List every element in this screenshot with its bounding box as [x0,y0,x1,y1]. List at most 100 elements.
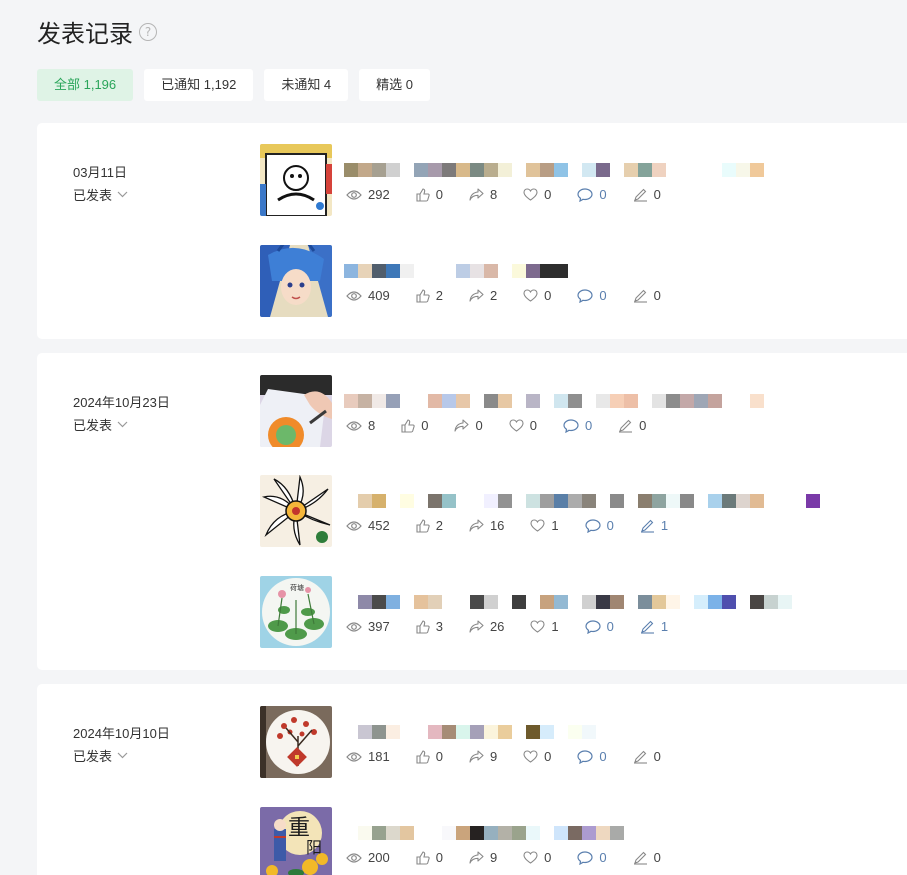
shares-stat: 9 [469,850,497,865]
shares-stat: 2 [469,288,497,303]
tab-not-notified[interactable]: 未通知 4 [264,69,349,101]
date-column: 2024年10月10日 已发表 [73,723,170,765]
chevron-down-icon [117,752,128,759]
comments-stat[interactable]: 0 [577,850,607,865]
notes-stat[interactable]: 1 [640,518,668,533]
comments-count: 0 [584,418,593,433]
heart-icon [523,289,538,302]
likes-count: 0 [435,187,443,202]
comments-count: 0 [606,619,614,634]
tab-all[interactable]: 全部 1,196 [37,69,134,101]
post-thumbnail[interactable] [260,706,332,778]
likes-count: 0 [421,418,429,433]
views-count: 409 [368,288,390,303]
shares-count: 8 [489,187,498,202]
notes-stat[interactable]: 0 [633,288,661,303]
post-item[interactable]: 409 2 2 0 0 0 [260,245,900,317]
comments-count: 0 [606,518,614,533]
eye-icon [346,852,362,863]
views-stat: 452 [346,518,390,533]
post-thumbnail[interactable]: 重阳 [260,807,332,875]
favorites-count: 0 [544,288,552,303]
favorites-count: 1 [551,619,559,634]
favorites-stat: 0 [523,288,551,303]
post-title-blurred [344,826,624,840]
comments-stat[interactable]: 0 [577,749,607,764]
eye-icon [346,290,362,301]
likes-stat: 0 [416,749,443,764]
post-thumbnail[interactable] [260,144,332,216]
post-item[interactable]: 452 2 16 1 0 1 [260,475,900,547]
favorites-stat: 0 [509,418,537,433]
post-title-blurred [344,394,764,408]
views-stat: 292 [346,187,390,202]
comment-bubble-icon [577,850,594,865]
post-stats: 200 0 9 0 0 0 [346,850,687,865]
notes-count: 0 [653,187,661,202]
views-count: 397 [368,619,390,634]
post-title-blurred [344,264,568,278]
comments-stat[interactable]: 0 [563,418,592,433]
post-item[interactable]: 荷塘 397 3 26 1 0 1 [260,576,900,648]
comments-stat[interactable]: 0 [577,187,607,202]
pencil-icon [633,750,647,764]
comment-bubble-icon [585,518,601,533]
share-arrow-icon [454,419,470,432]
comment-bubble-icon [563,418,579,433]
comment-bubble-icon [585,619,601,634]
post-title-blurred [344,595,792,609]
comments-stat[interactable]: 0 [585,518,614,533]
post-thumbnail[interactable] [260,475,332,547]
shares-count: 9 [489,850,498,865]
notes-stat[interactable]: 0 [618,418,646,433]
post-item[interactable]: 重阳 200 0 9 0 0 0 [260,807,900,875]
likes-count: 0 [435,749,443,764]
pencil-icon [633,188,647,202]
tab-featured[interactable]: 精选 0 [359,69,430,101]
post-item[interactable]: 292 0 8 0 0 0 [260,144,900,216]
likes-stat: 0 [401,418,428,433]
favorites-stat: 1 [530,619,559,634]
status-dropdown[interactable]: 已发表 [73,415,170,434]
likes-stat: 0 [416,850,443,865]
comments-stat[interactable]: 0 [577,288,607,303]
comments-count: 0 [599,288,607,303]
views-stat: 409 [346,288,390,303]
page-title-row: 发表记录 ? [37,14,157,49]
post-thumbnail[interactable]: 荷塘 [260,576,332,648]
thumbs-up-icon [416,850,430,865]
likes-count: 2 [435,518,443,533]
shares-count: 2 [489,288,498,303]
comments-stat[interactable]: 0 [585,619,614,634]
heart-icon [523,750,538,763]
post-thumbnail[interactable] [260,245,332,317]
shares-stat: 8 [469,187,497,202]
status-dropdown[interactable]: 已发表 [73,746,170,765]
likes-count: 3 [435,619,443,634]
post-group: 2024年10月23日 已发表 8 0 0 0 0 0 452 2 16 1 0… [37,353,907,670]
status-dropdown[interactable]: 已发表 [73,185,128,204]
comment-bubble-icon [577,187,594,202]
publish-date: 2024年10月23日 [73,395,170,410]
post-item[interactable]: 8 0 0 0 0 0 [260,375,900,447]
post-stats: 452 2 16 1 0 1 [346,518,694,533]
notes-stat[interactable]: 0 [633,850,661,865]
heart-icon [523,851,538,864]
likes-stat: 0 [416,187,443,202]
date-column: 2024年10月23日 已发表 [73,392,170,434]
post-thumbnail[interactable] [260,375,332,447]
likes-stat: 3 [416,619,443,634]
shares-count: 0 [475,418,483,433]
comments-count: 0 [599,850,607,865]
shares-stat: 9 [469,749,497,764]
favorites-stat: 0 [523,749,551,764]
shares-stat: 0 [454,418,483,433]
notes-stat[interactable]: 0 [633,187,661,202]
notes-stat[interactable]: 0 [633,749,661,764]
post-item[interactable]: 181 0 9 0 0 0 [260,706,900,778]
tab-notified[interactable]: 已通知 1,192 [144,69,254,101]
likes-stat: 2 [416,518,443,533]
notes-stat[interactable]: 1 [640,619,668,634]
help-icon[interactable]: ? [139,22,157,41]
pencil-icon [633,851,647,865]
